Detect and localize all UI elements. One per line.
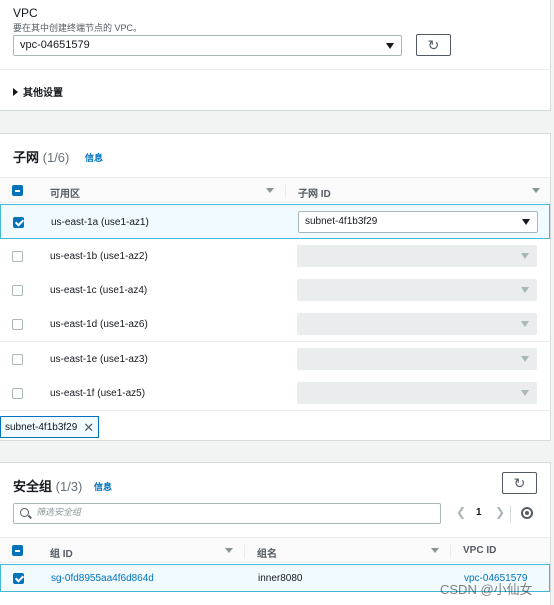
sort-icon[interactable] [431, 548, 439, 553]
caret-down-icon [386, 43, 394, 49]
group-id-link[interactable]: sg-0fd8955aa4f6d864d [51, 573, 154, 584]
vpc-description: 要在其中创建终端节点的 VPC。 [13, 23, 143, 33]
selected-subnet-token: subnet-4f1b3f29 ✕ [0, 416, 100, 438]
subnet-row[interactable]: us-east-1c (use1-az4) [0, 273, 550, 308]
subnet-select[interactable]: subnet-4f1b3f29 [298, 211, 538, 233]
divider [0, 69, 551, 70]
security-groups-table-header: 组 ID 组名 VPC ID [0, 537, 550, 563]
vpc-select[interactable]: vpc-04651579 [13, 35, 402, 56]
security-groups-refresh-button[interactable]: ↻ [502, 472, 537, 494]
az-cell: us-east-1e (use1-az3) [50, 354, 148, 365]
subnets-count: (1/6) [42, 150, 70, 165]
row-checkbox[interactable] [12, 285, 23, 296]
caret-down-icon [522, 219, 530, 225]
subnet-select [297, 348, 537, 370]
divider [510, 506, 511, 522]
security-groups-info-link[interactable]: 信息 [94, 480, 112, 493]
subnet-select [297, 382, 537, 404]
refresh-icon: ↻ [427, 36, 440, 53]
sort-icon[interactable] [225, 548, 233, 553]
column-header-subnet-id[interactable]: 子网 ID [298, 185, 331, 200]
subnet-select-value: subnet-4f1b3f29 [305, 216, 378, 227]
subnets-table-header: 可用区 子网 ID [0, 177, 550, 203]
select-all-checkbox[interactable] [12, 545, 23, 556]
subnet-row[interactable]: us-east-1a (use1-az1) subnet-4f1b3f29 [0, 204, 550, 239]
az-cell: us-east-1a (use1-az1) [51, 217, 149, 228]
security-groups-title-text: 安全组 [13, 479, 53, 494]
search-input[interactable] [36, 507, 426, 517]
chevron-left-icon[interactable]: ❮ [456, 505, 466, 519]
group-name-cell: inner8080 [258, 573, 303, 584]
column-header-group-id[interactable]: 组 ID [50, 545, 73, 560]
refresh-icon: ↻ [513, 474, 526, 491]
security-groups-title: 安全组 (1/3) [13, 476, 82, 495]
caret-down-icon [521, 253, 529, 259]
search-icon [20, 508, 29, 517]
token-label: subnet-4f1b3f29 [5, 421, 78, 433]
subnet-select [297, 245, 537, 267]
az-cell: us-east-1d (use1-az6) [50, 319, 148, 330]
chevron-right-icon[interactable]: ❯ [495, 505, 505, 519]
column-header-az[interactable]: 可用区 [50, 185, 80, 200]
sort-icon[interactable] [532, 188, 540, 193]
subnets-title-text: 子网 [13, 150, 40, 165]
caret-down-icon [521, 390, 529, 396]
subnet-row[interactable]: us-east-1d (use1-az6) [0, 307, 550, 342]
vpc-refresh-button[interactable]: ↻ [416, 34, 451, 56]
subnet-row[interactable]: us-east-1f (use1-az5) [0, 376, 550, 411]
row-checkbox[interactable] [12, 388, 23, 399]
row-checkbox[interactable] [12, 319, 23, 330]
close-icon[interactable]: ✕ [83, 421, 94, 434]
caret-down-icon [521, 287, 529, 293]
subnets-title: 子网 (1/6) [13, 147, 69, 166]
vpc-panel: VPC 要在其中创建终端节点的 VPC。 vpc-04651579 ↻ 其他设置 [0, 0, 551, 111]
caret-down-icon [521, 321, 529, 327]
subnet-select [297, 313, 537, 335]
page-number[interactable]: 1 [476, 507, 482, 518]
az-cell: us-east-1c (use1-az4) [50, 285, 148, 296]
vpc-label: VPC [13, 6, 38, 20]
column-separator [244, 544, 245, 558]
az-cell: us-east-1f (use1-az5) [50, 388, 146, 399]
row-checkbox[interactable] [12, 251, 23, 262]
security-group-search[interactable] [13, 503, 441, 524]
column-separator [285, 184, 286, 198]
row-checkbox[interactable] [13, 217, 24, 228]
sort-icon[interactable] [266, 188, 274, 193]
subnet-row[interactable]: us-east-1b (use1-az2) [0, 239, 550, 274]
select-all-checkbox[interactable] [12, 185, 23, 196]
vpc-select-value: vpc-04651579 [20, 39, 90, 51]
other-settings-label: 其他设置 [23, 88, 63, 99]
caret-down-icon [521, 356, 529, 362]
az-cell: us-east-1b (use1-az2) [50, 251, 148, 262]
subnets-info-link[interactable]: 信息 [85, 151, 103, 164]
column-separator [450, 544, 451, 558]
caret-right-icon [13, 87, 18, 96]
other-settings-toggle[interactable]: 其他设置 [13, 84, 63, 99]
subnet-select [297, 279, 537, 301]
watermark: CSDN @小仙女 [440, 582, 533, 597]
row-checkbox[interactable] [13, 573, 24, 584]
column-header-vpc-id[interactable]: VPC ID [463, 545, 496, 556]
subnet-row[interactable]: us-east-1e (use1-az3) [0, 342, 550, 377]
gear-icon[interactable] [521, 507, 533, 519]
column-header-group-name[interactable]: 组名 [257, 545, 277, 560]
security-groups-count: (1/3) [55, 479, 83, 494]
row-checkbox[interactable] [12, 354, 23, 365]
